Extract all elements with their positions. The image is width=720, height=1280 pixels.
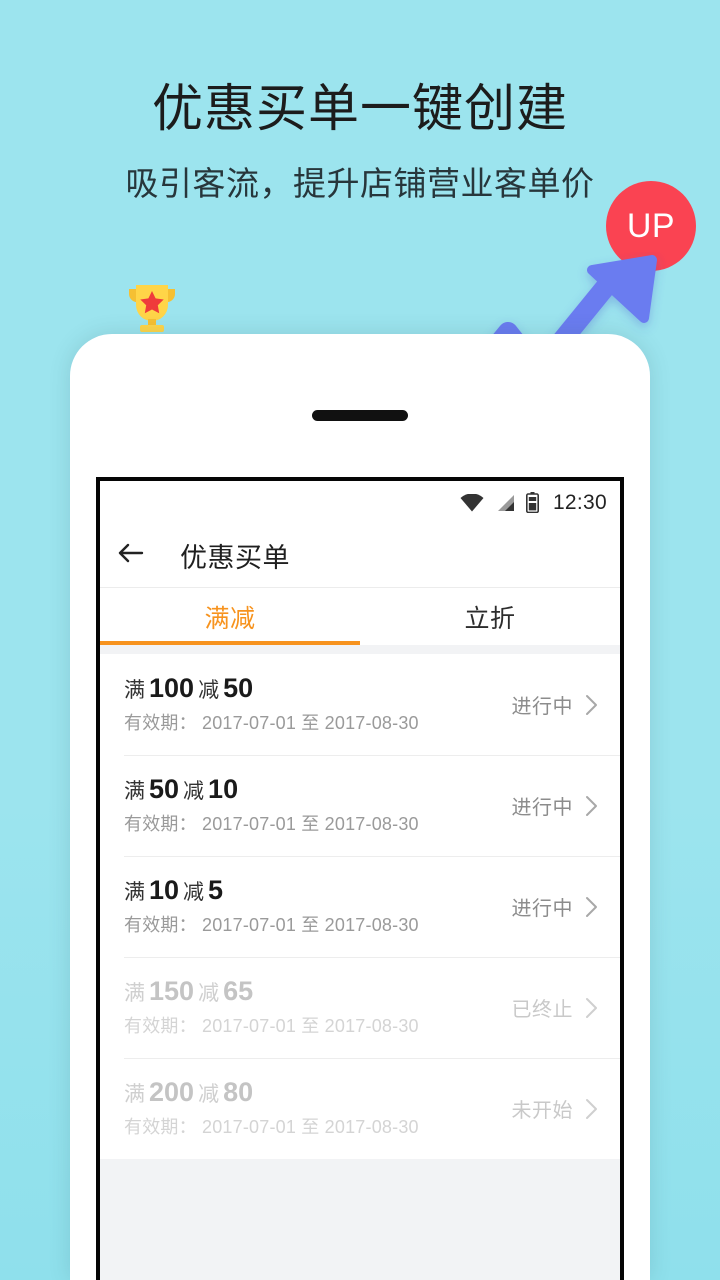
row-discount: 50 [223, 672, 254, 703]
row-content: 满 200 减 80 有效期： 2017-07-01 至 2017-08-30 [124, 1077, 502, 1141]
row-middle: 减 [183, 880, 205, 904]
row-validity: 有效期： 2017-07-01 至 2017-08-30 [124, 914, 419, 935]
phone-mockup: 12:30 优惠买单 满减 立折 满 100 减 50 有效期： 2017-07… [70, 334, 650, 1280]
row-prefix: 满 [124, 981, 145, 1005]
row-validity: 有效期： 2017-07-01 至 2017-08-30 [124, 1015, 419, 1036]
status-badge: 进行中 [511, 797, 573, 819]
row-right: 未开始 [502, 1094, 599, 1123]
row-prefix: 满 [124, 1082, 145, 1106]
row-discount: 10 [208, 773, 239, 804]
wifi-icon [460, 493, 484, 512]
row-right: 进行中 [502, 892, 599, 921]
status-bar: 12:30 [100, 481, 620, 524]
table-row[interactable]: 满 10 减 5 有效期： 2017-07-01 至 2017-08-30 进行中 [100, 856, 620, 957]
row-title: 满 150 减 65 [124, 976, 502, 1009]
row-threshold: 150 [149, 975, 195, 1006]
row-threshold: 50 [149, 773, 180, 804]
row-content: 满 50 减 10 有效期： 2017-07-01 至 2017-08-30 [124, 774, 502, 838]
promotion-list: 满 100 减 50 有效期： 2017-07-01 至 2017-08-30 进行中 [100, 654, 620, 1159]
row-title: 满 50 减 10 [124, 774, 502, 807]
chevron-right-icon [585, 694, 598, 716]
chevron-right-icon [585, 795, 598, 817]
row-discount: 80 [223, 1076, 254, 1107]
status-badge: 已终止 [511, 999, 573, 1021]
row-threshold: 200 [149, 1076, 195, 1107]
row-prefix: 满 [124, 779, 145, 803]
chevron-right-icon [585, 1098, 598, 1120]
trophy-icon [125, 282, 179, 338]
status-badge: 未开始 [511, 1100, 573, 1122]
back-arrow-icon [117, 541, 145, 570]
status-badge: 进行中 [511, 696, 573, 718]
chevron-right-icon [585, 896, 598, 918]
tab-instant-discount[interactable]: 立折 [360, 588, 620, 645]
phone-screen: 12:30 优惠买单 满减 立折 满 100 减 50 有效期： 2017-07… [96, 477, 624, 1280]
app-bar: 优惠买单 [100, 524, 620, 588]
row-prefix: 满 [124, 678, 145, 702]
battery-icon [525, 492, 539, 513]
row-title: 满 10 减 5 [124, 875, 502, 908]
back-button[interactable] [100, 541, 162, 570]
row-content: 满 100 减 50 有效期： 2017-07-01 至 2017-08-30 [124, 673, 502, 737]
table-row[interactable]: 满 100 减 50 有效期： 2017-07-01 至 2017-08-30 进行中 [100, 654, 620, 755]
row-threshold: 10 [149, 874, 180, 905]
row-middle: 减 [198, 678, 220, 702]
row-prefix: 满 [124, 880, 145, 904]
row-discount: 5 [208, 874, 224, 905]
row-discount: 65 [223, 975, 254, 1006]
row-middle: 减 [198, 981, 220, 1005]
promo-page: 优惠买单一键创建 吸引客流，提升店铺营业客单价 UP 12:30 优惠买单 满减… [0, 0, 720, 1280]
row-validity: 有效期： 2017-07-01 至 2017-08-30 [124, 712, 419, 733]
row-right: 进行中 [502, 791, 599, 820]
row-validity: 有效期： 2017-07-01 至 2017-08-30 [124, 1116, 419, 1137]
row-content: 满 10 减 5 有效期： 2017-07-01 至 2017-08-30 [124, 875, 502, 939]
row-right: 进行中 [502, 690, 599, 719]
row-title: 满 200 减 80 [124, 1077, 502, 1110]
status-badge: 进行中 [511, 898, 573, 920]
row-validity: 有效期： 2017-07-01 至 2017-08-30 [124, 813, 419, 834]
row-content: 满 150 减 65 有效期： 2017-07-01 至 2017-08-30 [124, 976, 502, 1040]
chevron-right-icon [585, 997, 598, 1019]
status-bar-time: 12:30 [552, 490, 607, 514]
row-threshold: 100 [149, 672, 195, 703]
page-headline: 优惠买单一键创建 [151, 80, 568, 137]
table-row[interactable]: 满 200 减 80 有效期： 2017-07-01 至 2017-08-30 未开始 [100, 1058, 620, 1159]
table-row[interactable]: 满 150 减 65 有效期： 2017-07-01 至 2017-08-30 已终止 [100, 957, 620, 1058]
phone-speaker [312, 410, 408, 421]
tab-bar: 满减 立折 [100, 588, 620, 645]
page-title: 优惠买单 [180, 543, 290, 573]
row-right: 已终止 [502, 993, 599, 1022]
tabs-separator [100, 645, 620, 654]
tab-active-indicator [100, 641, 360, 645]
list-empty-area [100, 1159, 620, 1280]
row-middle: 减 [198, 1082, 220, 1106]
row-title: 满 100 减 50 [124, 673, 502, 706]
tab-full-reduction[interactable]: 满减 [100, 588, 360, 645]
row-middle: 减 [183, 779, 205, 803]
table-row[interactable]: 满 50 减 10 有效期： 2017-07-01 至 2017-08-30 进行中 [100, 755, 620, 856]
cellular-signal-icon [495, 494, 515, 512]
